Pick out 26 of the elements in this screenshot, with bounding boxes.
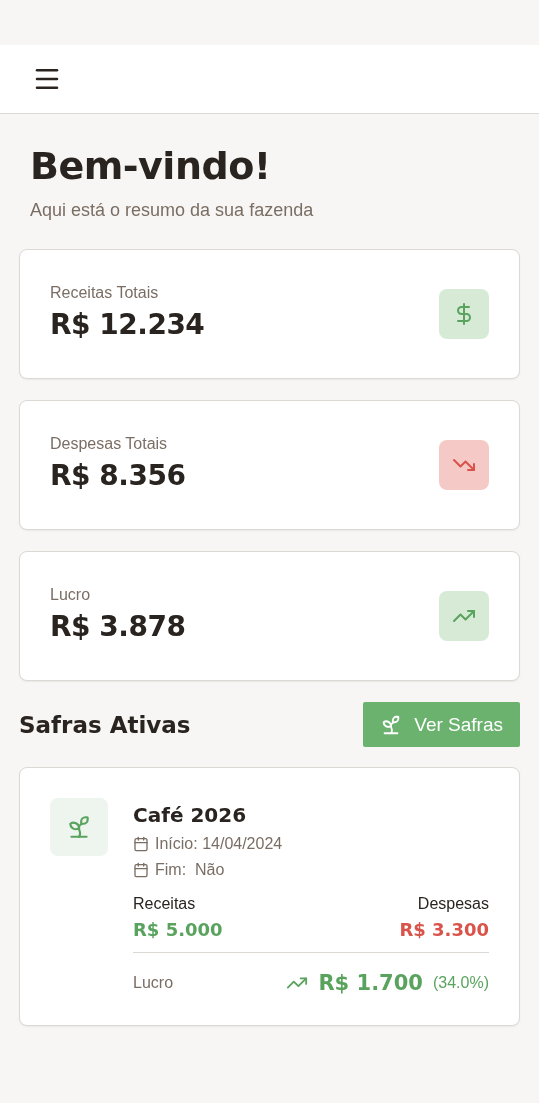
stat-label: Despesas Totais — [50, 434, 169, 453]
income-label: Receitas — [133, 895, 196, 913]
view-crops-button[interactable]: Ver Safras — [363, 702, 520, 747]
stat-value: R$ 8.356 — [50, 458, 186, 492]
expense-value: R$ 3.300 — [399, 919, 489, 940]
profit-value: R$ 1.700 — [318, 971, 423, 995]
profit-label: Lucro — [133, 974, 174, 992]
calendar-icon — [133, 862, 149, 878]
sprout-icon — [50, 798, 108, 856]
stat-value: R$ 3.878 — [50, 609, 186, 643]
stat-label: Lucro — [50, 585, 92, 604]
income-value: R$ 5.000 — [133, 919, 223, 940]
dollar-icon — [439, 289, 489, 339]
trending-up-icon — [439, 591, 489, 641]
page-title: Bem-vindo! — [30, 144, 272, 188]
end-date: Fim: Não — [155, 861, 225, 879]
section-title: Safras Ativas — [19, 711, 191, 738]
start-date: Início: 14/04/2024 — [155, 835, 283, 853]
page-subtitle: Aqui está o resumo da sua fazenda — [30, 200, 315, 221]
calendar-icon — [133, 836, 149, 852]
expense-label: Despesas — [417, 895, 489, 913]
profit-percent: (34.0%) — [432, 974, 489, 992]
trending-down-icon — [439, 440, 489, 490]
crop-name: Café 2026 — [133, 803, 248, 827]
stat-label: Receitas Totais — [50, 283, 160, 302]
stat-value: R$ 12.234 — [50, 307, 205, 341]
